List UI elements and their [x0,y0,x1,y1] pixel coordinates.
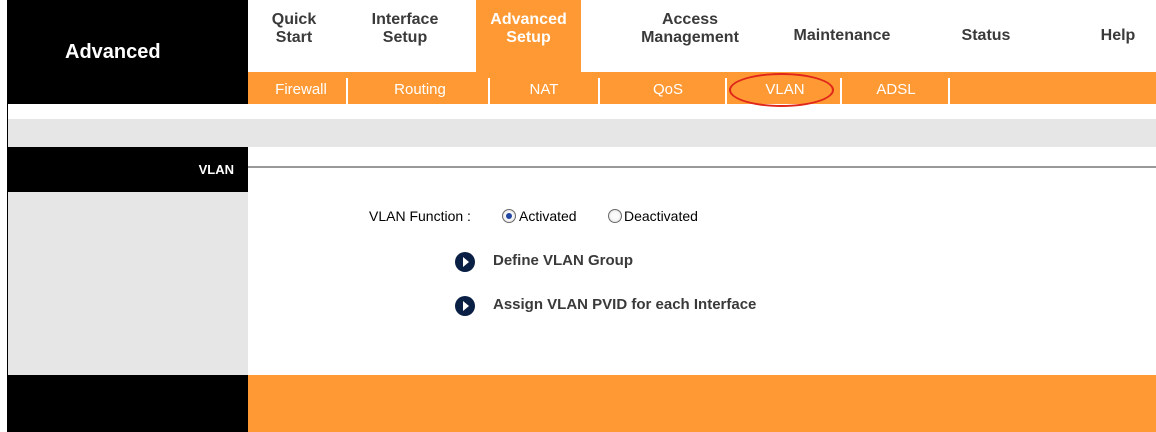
subtab-nat[interactable]: NAT [504,78,584,102]
assign-vlan-pvid-link[interactable]: Assign VLAN PVID for each Interface [493,296,756,313]
subtab-firewall[interactable]: Firewall [262,78,340,102]
arrow-right-circle-icon[interactable] [455,252,475,272]
section-divider [248,166,1156,168]
footer-bar [248,375,1156,432]
tab-label: Help [1100,27,1136,44]
subtab-qos[interactable]: QoS [618,78,718,102]
tab-label: Access Management [641,11,739,46]
subnav-divider [488,78,490,104]
tab-status[interactable]: Status [946,0,1026,72]
brand-title: Advanced [65,41,161,63]
subnav-divider [948,78,950,104]
radio-activated[interactable] [502,209,516,223]
define-vlan-group-link[interactable]: Define VLAN Group [493,252,633,269]
subnav-divider [346,78,348,104]
tab-label: Status [961,27,1011,44]
tab-quick-start[interactable]: Quick Start [258,0,330,72]
section-title: VLAN [198,162,234,177]
tab-label: Maintenance [793,27,891,44]
tab-label: Advanced Setup [490,11,567,46]
arrow-right-circle-icon[interactable] [455,296,475,316]
tab-help[interactable]: Help [1088,0,1148,72]
sidebar-panel [8,192,248,375]
radio-deactivated[interactable] [608,209,622,223]
tab-label: Interface Setup [371,11,439,46]
subtab-adsl[interactable]: ADSL [848,78,944,102]
vlan-highlight-circle [729,73,834,107]
footer-left [8,375,248,432]
tab-advanced-setup[interactable]: Advanced Setup [476,0,581,72]
radio-deactivated-label[interactable]: Deactivated [624,208,698,224]
top-nav: Quick Start Interface Setup Advanced Set… [248,0,1156,72]
gray-band [8,119,1156,147]
vlan-function-label: VLAN Function : [369,208,471,224]
section-sidebar-title: VLAN [8,147,248,192]
tab-label: Quick Start [271,11,317,46]
radio-activated-label[interactable]: Activated [519,208,577,224]
subnav-divider [840,78,842,104]
subnav-divider [725,78,727,104]
subnav-divider [598,78,600,104]
tab-access-management[interactable]: Access Management [620,0,760,72]
tab-maintenance[interactable]: Maintenance [782,0,902,72]
subtab-routing[interactable]: Routing [370,78,470,102]
tab-interface-setup[interactable]: Interface Setup [360,0,450,72]
brand-panel: Advanced [8,0,248,104]
